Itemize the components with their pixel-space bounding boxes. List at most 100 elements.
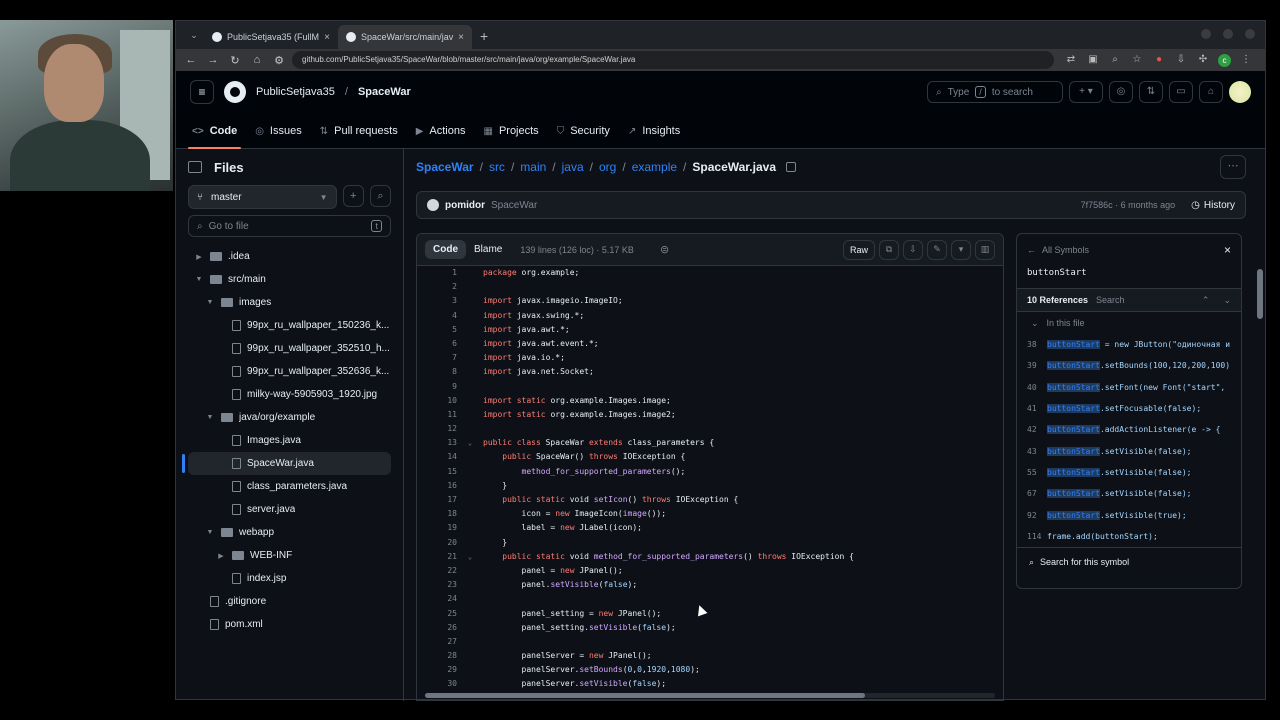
references-count[interactable]: 10 References — [1027, 295, 1088, 305]
line-number[interactable]: 22 — [417, 564, 457, 578]
code-line[interactable]: 5 import java.awt.*; — [417, 323, 1003, 337]
line-number[interactable]: 18 — [417, 507, 457, 521]
file-tree-item[interactable]: 99px_ru_wallpaper_352510_h... — [176, 337, 403, 360]
reference-item[interactable]: 39 buttonStart.setBounds(100,120,200,100) — [1017, 355, 1241, 376]
chevron-down-icon[interactable]: ▼ — [205, 299, 215, 306]
close-tab-icon[interactable]: × — [324, 32, 330, 43]
reference-item[interactable]: 41 buttonStart.setFocusable(false); — [1017, 398, 1241, 419]
horizontal-scrollbar[interactable] — [425, 693, 995, 698]
code-line[interactable]: 27 — [417, 635, 1003, 649]
line-number[interactable]: 26 — [417, 621, 457, 635]
breadcrumb-example-link[interactable]: example — [632, 160, 677, 174]
extension-red-icon[interactable]: ● — [1152, 54, 1166, 67]
fold-chevron-icon[interactable]: ⌄ — [457, 550, 483, 564]
horizontal-scrollbar-thumb[interactable] — [425, 693, 865, 698]
back-arrow-icon[interactable]: ← — [182, 54, 200, 66]
repo-owner-link[interactable]: PublicSetjava35 — [256, 86, 335, 98]
commit-author-avatar[interactable] — [427, 199, 439, 211]
code-line[interactable]: 2 — [417, 280, 1003, 294]
code-line[interactable]: 14 public SpaceWar() throws IOException … — [417, 450, 1003, 464]
global-search-input[interactable]: ⌕ Type / to search — [927, 81, 1063, 103]
hamburger-menu-icon[interactable]: ≡ — [190, 80, 214, 104]
reference-item[interactable]: 40 buttonStart.setFont(new Font("start", — [1017, 377, 1241, 398]
file-tree-item[interactable]: class_parameters.java — [176, 475, 403, 498]
code-line[interactable]: 21 ⌄ public static void method_for_suppor… — [417, 550, 1003, 564]
screenshot-icon[interactable]: ▣ — [1086, 54, 1100, 67]
line-number[interactable]: 24 — [417, 592, 457, 606]
close-window-button[interactable] — [1245, 29, 1255, 39]
tab-issues[interactable]: ◎ Issues — [255, 113, 302, 149]
reference-item[interactable]: 114 frame.add(buttonStart); — [1017, 526, 1241, 547]
code-line[interactable]: 6 import java.awt.event.*; — [417, 337, 1003, 351]
issues-icon[interactable]: ◎ — [1109, 81, 1133, 103]
reference-item[interactable]: 42 buttonStart.addActionListener(e -> { — [1017, 419, 1241, 440]
browser-tab-1[interactable]: PublicSetjava35 (FullMo × — [204, 25, 338, 49]
code-line[interactable]: 13 ⌄ public class SpaceWar extends class_p… — [417, 436, 1003, 450]
tab-search-icon[interactable]: ⌄ — [184, 21, 204, 49]
forward-arrow-icon[interactable]: → — [204, 54, 222, 66]
chevron-down-icon[interactable]: ▼ — [194, 276, 204, 283]
translate-icon[interactable]: ⇄ — [1064, 54, 1078, 67]
file-tree-item[interactable]: milky-way-5905903_1920.jpg — [176, 383, 403, 406]
download-raw-icon[interactable]: ⇩ — [903, 239, 923, 260]
url-field[interactable]: github.com/PublicSetjava35/SpaceWar/blob… — [292, 51, 1054, 69]
references-search[interactable]: Search — [1096, 295, 1125, 305]
file-tree-item[interactable]: Images.java — [176, 429, 403, 452]
home-icon[interactable]: ⌂ — [248, 54, 266, 66]
go-to-file-input[interactable]: ⌕ Go to file t — [188, 215, 391, 237]
code-lines[interactable]: 1 package org.example; 2 3 import javax.imag… — [417, 266, 1003, 692]
user-avatar[interactable] — [1229, 81, 1251, 103]
zoom-icon[interactable]: ⌕ — [1108, 54, 1122, 67]
line-number[interactable]: 6 — [417, 337, 457, 351]
file-tree-item[interactable]: ▼ images — [176, 291, 403, 314]
line-number[interactable]: 23 — [417, 578, 457, 592]
bookmark-star-icon[interactable]: ☆ — [1130, 54, 1144, 67]
file-tree-item[interactable]: index.jsp — [176, 567, 403, 590]
tab-security[interactable]: ⛉ Security — [557, 113, 610, 149]
back-arrow-icon[interactable]: ← — [1027, 245, 1036, 255]
code-line[interactable]: 20 } — [417, 536, 1003, 550]
repo-name-link[interactable]: SpaceWar — [358, 86, 411, 98]
symbols-panel-icon[interactable]: ▥ — [975, 239, 995, 260]
code-line[interactable]: 16 } — [417, 479, 1003, 493]
code-line[interactable]: 25 panel_setting = new JPanel(); — [417, 607, 1003, 621]
file-tree-item[interactable]: SpaceWar.java — [182, 452, 391, 475]
copy-raw-icon[interactable]: ⧉ — [879, 239, 899, 260]
file-tree-item[interactable]: 99px_ru_wallpaper_150236_k... — [176, 314, 403, 337]
copilot-icon[interactable]: ⊜ — [660, 243, 669, 256]
vertical-scrollbar-thumb[interactable] — [1257, 269, 1263, 319]
branch-selector[interactable]: ⑂ master ▼ — [188, 185, 337, 209]
search-files-button[interactable]: ⌕ — [369, 185, 391, 207]
github-logo-icon[interactable] — [224, 81, 246, 103]
line-number[interactable]: 5 — [417, 323, 457, 337]
code-line[interactable]: 3 import javax.imageio.ImageIO; — [417, 294, 1003, 308]
line-number[interactable]: 2 — [417, 280, 457, 294]
tab-insights[interactable]: ↗ Insights — [628, 113, 680, 149]
close-icon[interactable]: × — [1224, 243, 1231, 257]
reference-item[interactable]: 43 buttonStart.setVisible(false); — [1017, 440, 1241, 461]
code-line[interactable]: 10 import static org.example.Images.image… — [417, 394, 1003, 408]
file-tree-item[interactable]: ▼ java/org/example — [176, 406, 403, 429]
pull-requests-icon[interactable]: ⇅ — [1139, 81, 1163, 103]
maximize-button[interactable] — [1223, 29, 1233, 39]
breadcrumb-src-link[interactable]: src — [489, 160, 505, 174]
line-number[interactable]: 20 — [417, 536, 457, 550]
file-tree-item[interactable]: server.java — [176, 498, 403, 521]
vertical-scrollbar[interactable] — [1257, 149, 1263, 699]
chevron-down-icon[interactable]: ⌄ — [1223, 295, 1231, 306]
line-number[interactable]: 12 — [417, 422, 457, 436]
close-tab-icon[interactable]: × — [458, 32, 464, 43]
download-icon[interactable]: ⇩ — [1174, 54, 1188, 67]
reload-icon[interactable]: ↻ — [226, 54, 244, 67]
line-number[interactable]: 14 — [417, 450, 457, 464]
file-tree-item[interactable]: pom.xml — [176, 613, 403, 636]
code-line[interactable]: 26 panel_setting.setVisible(false); — [417, 621, 1003, 635]
history-button[interactable]: ◷ History — [1191, 200, 1235, 211]
code-line[interactable]: 8 import java.net.Socket; — [417, 365, 1003, 379]
code-line[interactable]: 18 icon = new ImageIcon(image()); — [417, 507, 1003, 521]
browser-tab-2[interactable]: SpaceWar/src/main/java × — [338, 25, 472, 49]
line-number[interactable]: 25 — [417, 607, 457, 621]
search-for-symbol-button[interactable]: ⌕ Search for this symbol — [1017, 546, 1241, 577]
references-file-group[interactable]: ⌄ In this file — [1017, 312, 1241, 334]
chevron-right-icon[interactable]: ▶ — [216, 552, 226, 560]
